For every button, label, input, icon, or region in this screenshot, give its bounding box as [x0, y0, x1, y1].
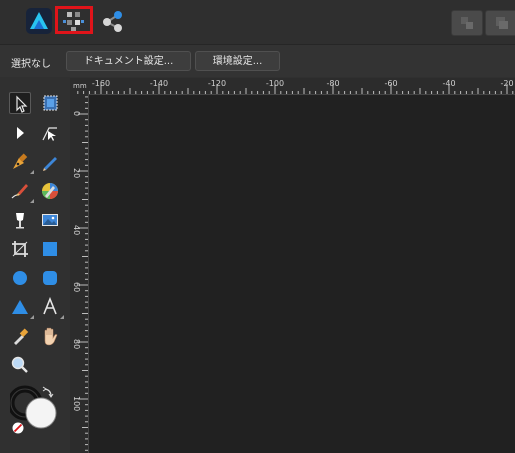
- selection-status-label: 選択なし: [11, 59, 51, 70]
- color-picker-tool-icon[interactable]: [9, 325, 31, 347]
- place-image-tool-icon[interactable]: [39, 209, 61, 231]
- ruler-v-label: 60: [72, 282, 81, 293]
- top-right-button-2[interactable]: [485, 10, 515, 36]
- artistic-text-tool-icon[interactable]: [39, 296, 64, 319]
- ruler-h-label: -40: [442, 79, 456, 88]
- ruler-h-label: -20: [500, 79, 514, 88]
- fill-tool-icon[interactable]: [39, 180, 61, 202]
- artboard-tool-icon[interactable]: [39, 92, 61, 114]
- tool-submenu-indicator: [30, 199, 34, 203]
- ellipse-tool-icon[interactable]: [9, 267, 31, 289]
- ruler-v-label: 20: [72, 168, 81, 179]
- ruler-v-label: 100: [72, 396, 81, 412]
- context-toolbar: 選択なし ドキュメント設定... 環境設定...: [0, 45, 515, 77]
- no-color-icon[interactable]: [12, 419, 24, 434]
- zoom-tool-icon[interactable]: [9, 354, 31, 376]
- transparency-tool-icon[interactable]: [9, 209, 31, 231]
- ruler-v-label: 80: [72, 339, 81, 350]
- corner-tool-icon[interactable]: [39, 122, 61, 144]
- ruler-h-label: -80: [326, 79, 340, 88]
- pen-tool-icon[interactable]: [9, 151, 34, 174]
- ruler-h-label: -140: [149, 79, 169, 88]
- tool-submenu-indicator: [30, 315, 34, 319]
- persona-highlight-box: [55, 6, 93, 34]
- ruler-h-label: -120: [207, 79, 227, 88]
- triangle-tool-icon[interactable]: [9, 296, 34, 319]
- top-toolbar: [0, 0, 515, 45]
- pencil-tool-icon[interactable]: [39, 151, 61, 173]
- document-canvas[interactable]: [89, 95, 515, 453]
- ruler-v-label: 40: [72, 225, 81, 236]
- rounded-rectangle-tool-icon[interactable]: [39, 267, 61, 289]
- top-right-button-1[interactable]: [451, 10, 483, 36]
- ruler-v-label: 0: [72, 111, 81, 117]
- crop-tool-icon[interactable]: [9, 238, 31, 260]
- designer-persona-icon[interactable]: [26, 8, 52, 34]
- ruler-unit-label: mm: [73, 82, 87, 90]
- tool-submenu-indicator: [30, 170, 34, 174]
- view-tool-icon[interactable]: [39, 325, 61, 347]
- move-tool-icon[interactable]: [9, 92, 31, 114]
- export-persona-icon[interactable]: [100, 8, 126, 34]
- ruler-h-label: -100: [265, 79, 285, 88]
- document-setup-button[interactable]: ドキュメント設定...: [66, 51, 191, 71]
- node-tool-icon[interactable]: [9, 122, 31, 144]
- vector-brush-tool-icon[interactable]: [9, 180, 34, 203]
- ruler-h-label: -160: [91, 79, 111, 88]
- tool-submenu-indicator: [60, 315, 64, 319]
- rectangle-tool-icon[interactable]: [39, 238, 61, 260]
- preferences-button[interactable]: 環境設定...: [195, 51, 280, 71]
- ruler-h-label: -60: [384, 79, 398, 88]
